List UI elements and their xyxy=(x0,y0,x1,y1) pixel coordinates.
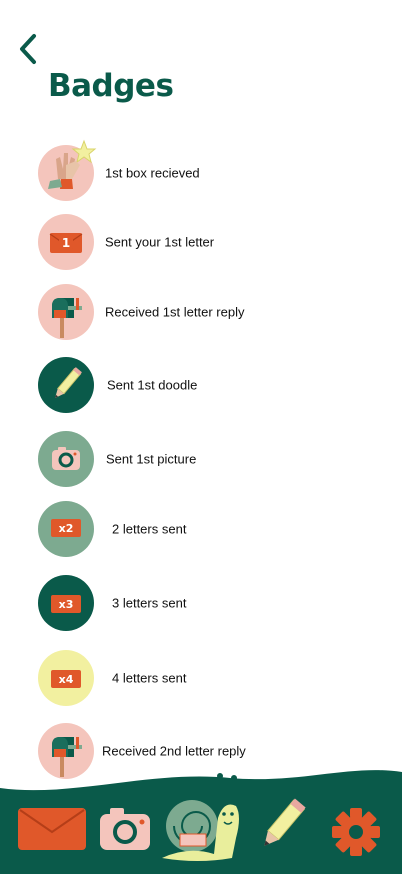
nav-home-button[interactable] xyxy=(158,772,244,871)
badge-label: Sent 1st doodle xyxy=(107,377,198,393)
nav-letters-button[interactable] xyxy=(16,806,88,857)
badge-item[interactable]: Sent 1st picture xyxy=(38,431,378,487)
pencil-icon xyxy=(264,798,306,846)
badge-count: 1 xyxy=(62,236,70,250)
envelope-x3-icon: x3 xyxy=(38,575,94,631)
envelope-one-icon: 1 xyxy=(38,214,94,270)
badge-item[interactable]: Sent 1st doodle xyxy=(38,357,378,413)
back-button[interactable] xyxy=(14,32,44,68)
badge-label: Received 1st letter reply xyxy=(105,304,245,320)
nav-settings-button[interactable] xyxy=(330,806,382,863)
pencil-icon xyxy=(38,357,94,413)
badge-label: 3 letters sent xyxy=(112,595,187,611)
badge-item[interactable]: x3 3 letters sent xyxy=(38,575,378,631)
gear-icon xyxy=(332,808,380,856)
badge-item[interactable]: 1 Sent your 1st letter xyxy=(38,214,378,270)
envelope-x2-icon: x2 xyxy=(38,501,94,557)
badge-label: Sent 1st picture xyxy=(106,451,197,467)
nav-camera-button[interactable] xyxy=(98,806,152,857)
page-title: Badges xyxy=(48,68,174,104)
badge-item[interactable]: Received 1st letter reply xyxy=(38,284,378,340)
envelope-x4-icon: x4 xyxy=(38,650,94,706)
mailbox-icon xyxy=(38,284,94,340)
badge-label: Sent your 1st letter xyxy=(105,234,215,250)
badge-label: 1st box recieved xyxy=(105,165,200,181)
camera-icon xyxy=(100,808,150,850)
snail-icon xyxy=(162,773,239,861)
camera-icon xyxy=(38,431,94,487)
badge-label: 4 letters sent xyxy=(112,670,187,686)
badge-label: Received 2nd letter reply xyxy=(102,743,246,759)
badge-item[interactable]: x4 4 letters sent xyxy=(38,650,378,706)
high-five-icon xyxy=(38,139,97,201)
badge-label: 2 letters sent xyxy=(112,521,187,537)
badge-count: x2 xyxy=(59,522,74,535)
badge-item[interactable]: 1st box recieved xyxy=(38,139,378,201)
envelope-icon xyxy=(18,808,86,850)
badge-item[interactable]: x2 2 letters sent xyxy=(38,501,378,557)
nav-draw-button[interactable] xyxy=(250,794,312,863)
badge-count: x3 xyxy=(59,598,74,611)
bottom-nav xyxy=(0,758,402,874)
badge-count: x4 xyxy=(59,673,74,686)
chevron-left-icon xyxy=(20,34,36,64)
